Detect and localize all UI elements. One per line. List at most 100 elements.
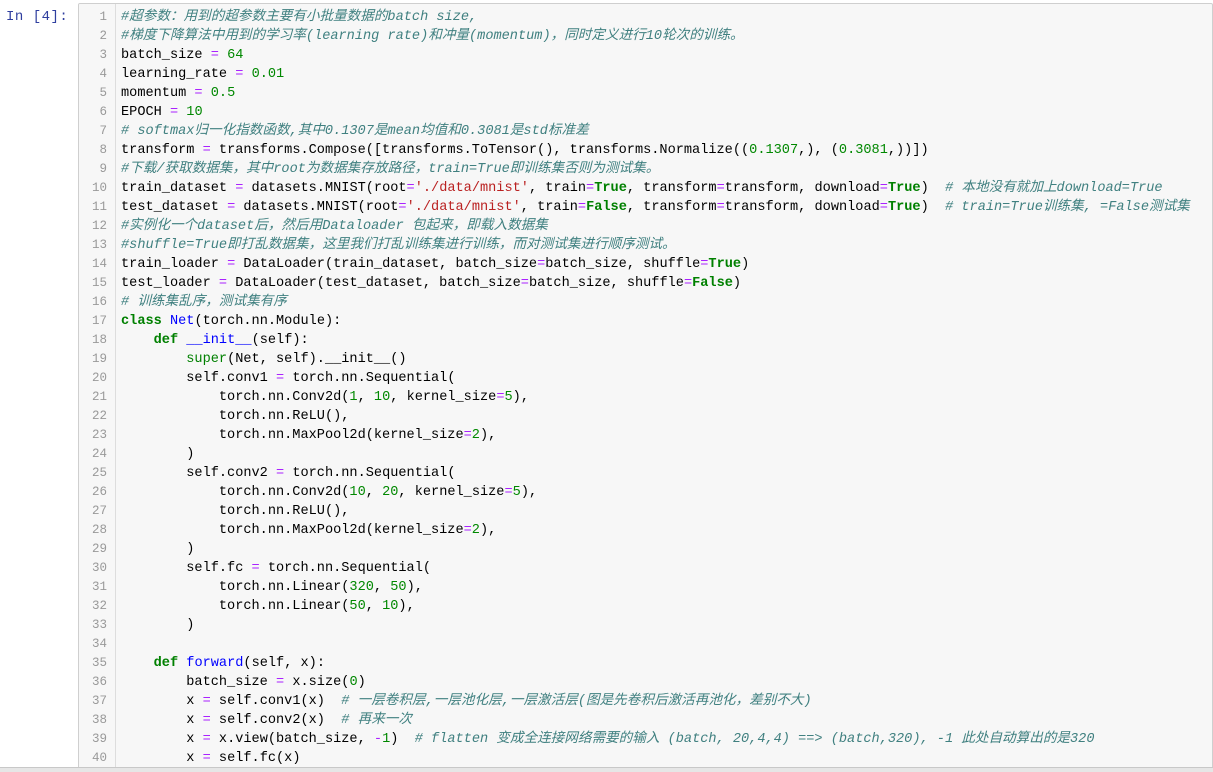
code-text[interactable]: transform = transforms.Compose([transfor… — [121, 141, 929, 160]
code-text[interactable]: learning_rate = 0.01 — [121, 65, 284, 84]
code-line[interactable]: 24 ) — [79, 445, 1212, 464]
horizontal-scrollbar[interactable] — [0, 767, 1213, 772]
code-line[interactable]: 38 x = self.conv2(x) # 再来一次 — [79, 711, 1212, 730]
line-number: 12 — [91, 219, 107, 233]
code-text[interactable]: self.conv2 = torch.nn.Sequential( — [121, 464, 455, 483]
code-line[interactable]: 4 learning_rate = 0.01 — [79, 65, 1212, 84]
code-line[interactable]: 11 test_dataset = datasets.MNIST(root='./… — [79, 198, 1212, 217]
code-text[interactable]: torch.nn.Linear(320, 50), — [121, 578, 423, 597]
code-line[interactable]: 32 torch.nn.Linear(50, 10), — [79, 597, 1212, 616]
code-text[interactable]: torch.nn.Linear(50, 10), — [121, 597, 415, 616]
code-line[interactable]: 39 x = x.view(batch_size, -1) # flatten … — [79, 730, 1212, 749]
code-line[interactable]: 40 x = self.fc(x) — [79, 749, 1212, 768]
code-line[interactable]: 14 train_loader = DataLoader(train_datase… — [79, 255, 1212, 274]
line-number: 38 — [91, 713, 107, 727]
line-number: 8 — [99, 143, 107, 157]
code-text[interactable]: super(Net, self).__init__() — [121, 350, 406, 369]
code-text[interactable]: x = self.fc(x) — [121, 749, 300, 768]
code-text[interactable]: class Net(torch.nn.Module): — [121, 312, 341, 331]
line-number: 30 — [91, 561, 107, 575]
line-number: 23 — [91, 428, 107, 442]
line-number: 16 — [91, 295, 107, 309]
line-number: 6 — [99, 105, 107, 119]
code-text[interactable]: ) — [121, 540, 194, 559]
code-line[interactable]: 8 transform = transforms.Compose([transfo… — [79, 141, 1212, 160]
code-line[interactable]: 2 #梯度下降算法中用到的学习率(learning rate)和冲量(moment… — [79, 27, 1212, 46]
code-line[interactable]: 16 # 训练集乱序，测试集有序 — [79, 293, 1212, 312]
code-line[interactable]: 21 torch.nn.Conv2d(1, 10, kernel_size=5)… — [79, 388, 1212, 407]
code-text[interactable]: torch.nn.ReLU(), — [121, 407, 350, 426]
code-line[interactable]: 12 #实例化一个dataset后，然后用Dataloader 包起来，即载入数据… — [79, 217, 1212, 236]
code-line[interactable]: 23 torch.nn.MaxPool2d(kernel_size=2), — [79, 426, 1212, 445]
code-text[interactable]: EPOCH = 10 — [121, 103, 203, 122]
code-line[interactable]: 35 def forward(self, x): — [79, 654, 1212, 673]
code-line[interactable]: 9 #下载/获取数据集，其中root为数据集存放路径，train=True即训练集… — [79, 160, 1212, 179]
code-text[interactable]: torch.nn.Conv2d(10, 20, kernel_size=5), — [121, 483, 537, 502]
code-line[interactable]: 7 # softmax归一化指数函数,其中0.1307是mean均值和0.3081… — [79, 122, 1212, 141]
code-text[interactable]: #下载/获取数据集，其中root为数据集存放路径，train=True即训练集否… — [121, 160, 659, 179]
code-text[interactable]: #梯度下降算法中用到的学习率(learning rate)和冲量(momentu… — [121, 27, 744, 46]
code-text[interactable]: batch_size = 64 — [121, 46, 243, 65]
code-line[interactable]: 5 momentum = 0.5 — [79, 84, 1212, 103]
code-text[interactable]: # 训练集乱序，测试集有序 — [121, 293, 287, 312]
line-number: 27 — [91, 504, 107, 518]
code-text[interactable]: #超参数：用到的超参数主要有小批量数据的batch size, — [121, 8, 477, 27]
code-text[interactable]: x = x.view(batch_size, -1) # flatten 变成全… — [121, 730, 1094, 749]
code-text[interactable]: x = self.conv2(x) # 再来一次 — [121, 711, 412, 730]
code-line[interactable]: 37 x = self.conv1(x) # 一层卷积层,一层池化层,一层激活层… — [79, 692, 1212, 711]
code-text[interactable]: torch.nn.MaxPool2d(kernel_size=2), — [121, 426, 496, 445]
line-number: 18 — [91, 333, 107, 347]
code-line[interactable]: 33 ) — [79, 616, 1212, 635]
code-line[interactable]: 6 EPOCH = 10 — [79, 103, 1212, 122]
code-line[interactable]: 28 torch.nn.MaxPool2d(kernel_size=2), — [79, 521, 1212, 540]
line-number: 21 — [91, 390, 107, 404]
line-number: 15 — [91, 276, 107, 290]
code-text[interactable]: momentum = 0.5 — [121, 84, 235, 103]
code-line[interactable]: 1 #超参数：用到的超参数主要有小批量数据的batch size, — [79, 8, 1212, 27]
code-line[interactable]: 20 self.conv1 = torch.nn.Sequential( — [79, 369, 1212, 388]
line-number: 24 — [91, 447, 107, 461]
code-editor[interactable]: 1 #超参数：用到的超参数主要有小批量数据的batch size, 2 #梯度下降算法… — [79, 8, 1212, 768]
line-number: 3 — [99, 48, 107, 62]
code-text[interactable]: ) — [121, 445, 194, 464]
code-line[interactable]: 17 class Net(torch.nn.Module): — [79, 312, 1212, 331]
code-text[interactable]: train_dataset = datasets.MNIST(root='./d… — [121, 179, 1163, 198]
code-line[interactable]: 26 torch.nn.Conv2d(10, 20, kernel_size=5… — [79, 483, 1212, 502]
code-line[interactable]: 15 test_loader = DataLoader(test_dataset,… — [79, 274, 1212, 293]
line-number: 25 — [91, 466, 107, 480]
code-text[interactable]: #shuffle=True即打乱数据集，这里我们打乱训练集进行训练，而对测试集进… — [121, 236, 676, 255]
code-text[interactable]: x = self.conv1(x) # 一层卷积层,一层池化层,一层激活层(图是… — [121, 692, 811, 711]
line-number: 33 — [91, 618, 107, 632]
code-text[interactable]: test_dataset = datasets.MNIST(root='./da… — [121, 198, 1190, 217]
code-text[interactable]: test_loader = DataLoader(test_dataset, b… — [121, 274, 741, 293]
code-line[interactable]: 27 torch.nn.ReLU(), — [79, 502, 1212, 521]
line-number: 20 — [91, 371, 107, 385]
code-text[interactable]: torch.nn.ReLU(), — [121, 502, 350, 521]
code-text[interactable]: torch.nn.Conv2d(1, 10, kernel_size=5), — [121, 388, 529, 407]
code-line[interactable]: 25 self.conv2 = torch.nn.Sequential( — [79, 464, 1212, 483]
code-line[interactable]: 22 torch.nn.ReLU(), — [79, 407, 1212, 426]
code-text[interactable]: train_loader = DataLoader(train_dataset,… — [121, 255, 749, 274]
code-text[interactable]: self.fc = torch.nn.Sequential( — [121, 559, 431, 578]
code-text[interactable]: ) — [121, 616, 194, 635]
code-line[interactable]: 31 torch.nn.Linear(320, 50), — [79, 578, 1212, 597]
code-line[interactable]: 30 self.fc = torch.nn.Sequential( — [79, 559, 1212, 578]
code-line[interactable]: 13 #shuffle=True即打乱数据集，这里我们打乱训练集进行训练，而对测试… — [79, 236, 1212, 255]
code-text[interactable]: torch.nn.MaxPool2d(kernel_size=2), — [121, 521, 496, 540]
code-line[interactable]: 29 ) — [79, 540, 1212, 559]
line-number: 22 — [91, 409, 107, 423]
code-line[interactable]: 10 train_dataset = datasets.MNIST(root='.… — [79, 179, 1212, 198]
code-text[interactable]: self.conv1 = torch.nn.Sequential( — [121, 369, 455, 388]
code-line[interactable]: 3 batch_size = 64 — [79, 46, 1212, 65]
code-text[interactable]: # softmax归一化指数函数,其中0.1307是mean均值和0.3081是… — [121, 122, 589, 141]
line-number: 13 — [91, 238, 107, 252]
code-line[interactable]: 18 def __init__(self): — [79, 331, 1212, 350]
code-cell[interactable]: 1 #超参数：用到的超参数主要有小批量数据的batch size, 2 #梯度下降算法… — [78, 3, 1213, 771]
code-line[interactable]: 36 batch_size = x.size(0) — [79, 673, 1212, 692]
code-text[interactable]: #实例化一个dataset后，然后用Dataloader 包起来，即载入数据集 — [121, 217, 548, 236]
code-line[interactable]: 19 super(Net, self).__init__() — [79, 350, 1212, 369]
code-text[interactable]: def __init__(self): — [121, 331, 309, 350]
code-line[interactable]: 34 — [79, 635, 1212, 654]
code-text[interactable]: def forward(self, x): — [121, 654, 325, 673]
code-text[interactable]: batch_size = x.size(0) — [121, 673, 366, 692]
